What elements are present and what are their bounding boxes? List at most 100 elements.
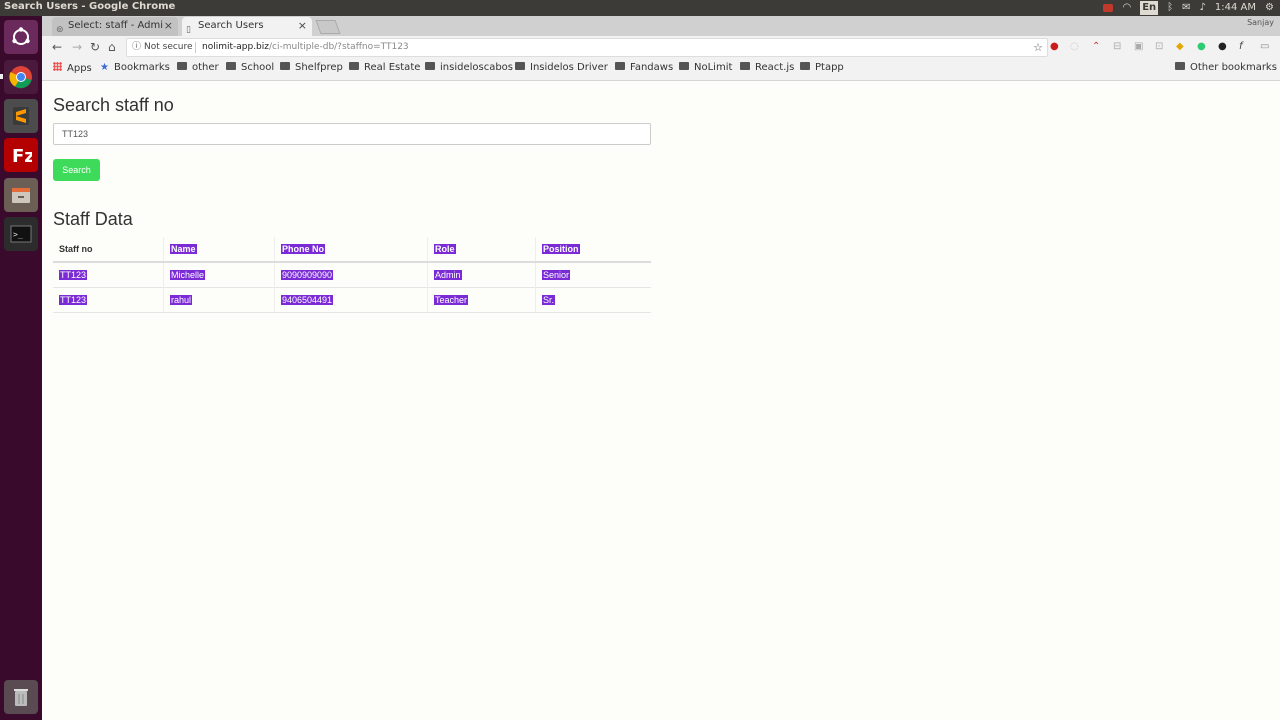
bookmark-nolimit[interactable]: NoLimit [679,62,732,73]
staff-data-heading: Staff Data [53,209,133,229]
cell-text: 9090909090 [281,270,334,280]
bookmark-shelfprep[interactable]: Shelfprep [280,62,343,73]
staff-table: Staff no Name Phone No Role Position TT1… [53,237,651,313]
cell-text: Michelle [170,270,206,280]
table-row: TT123 Michelle 9090909090 Admin Senior [53,261,651,288]
security-label[interactable]: Not secure [144,39,193,56]
bookmark-reactjs[interactable]: React.js [740,62,794,73]
extension-icon[interactable]: f [1239,40,1243,54]
trash-icon[interactable] [4,680,38,714]
svg-text:Fz: Fz [12,146,32,166]
header-label: Role [434,244,456,254]
screen-record-icon[interactable] [1103,4,1114,12]
bookmark-label: Shelfprep [295,62,343,73]
cell-text: Teacher [434,295,469,305]
ubuntu-dash-icon[interactable] [4,20,38,54]
mail-icon[interactable]: ✉ [1182,1,1190,15]
folder-icon [177,62,187,70]
bookmark-other[interactable]: other [177,62,219,73]
search-button[interactable]: Search [53,159,100,181]
terminal-icon[interactable]: >_ [4,217,38,251]
url-host: nolimit-app.biz [202,42,269,52]
forward-arrow-icon[interactable]: → [72,39,82,55]
extension-icon[interactable]: ◌ [1070,40,1079,54]
wifi-icon[interactable]: ◠ [1122,1,1131,15]
window-title: Search Users - Google Chrome [4,1,176,12]
cell-name: Michelle [163,261,275,288]
star-icon: ★ [100,62,109,73]
unity-launcher: Fz >_ [0,16,43,720]
extension-icon[interactable]: ⊟ [1113,40,1121,54]
folder-icon [226,62,236,70]
bluetooth-icon[interactable]: ᛒ [1167,1,1173,15]
other-bookmarks[interactable]: Other bookmarks [1175,62,1277,73]
cell-name: rahul [163,287,275,313]
new-tab-button[interactable] [315,20,341,34]
url-text[interactable]: nolimit-app.biz/ci-multiple-db/?staffno=… [202,39,409,56]
bookmark-insidelos-driver[interactable]: Insidelos Driver [515,62,608,73]
bookmark-star-icon[interactable]: ☆ [1033,39,1043,56]
table-header-row: Staff no Name Phone No Role Position [53,237,651,263]
extension-icon[interactable]: ⌃ [1092,40,1100,54]
extension-icon[interactable]: ▣ [1134,40,1143,54]
home-icon[interactable]: ⌂ [108,39,116,55]
volume-icon[interactable]: ♪ [1200,1,1206,15]
column-header-name: Name [163,237,275,263]
bookmark-bookmarks[interactable]: ★ Bookmarks [100,62,170,73]
header-label: Name [170,244,197,254]
bookmark-label: other [192,62,219,73]
folder-icon [425,62,435,70]
cast-icon[interactable]: ▭ [1260,40,1269,54]
bookmark-real-estate[interactable]: Real Estate [349,62,420,73]
extension-icon[interactable]: ◆ [1176,40,1184,54]
profile-name[interactable]: Sanjay [1247,18,1274,27]
bookmark-label: Real Estate [364,62,421,73]
bookmark-apps[interactable]: Apps [53,62,92,74]
table-row: TT123 rahul 9406504491 Teacher Sr. [53,287,651,313]
bookmark-insideloscabos[interactable]: insideloscabos [425,62,513,73]
cell-phone: 9406504491 [274,287,428,313]
settings-gear-icon[interactable]: ⚙ [1265,1,1274,15]
column-header-phone: Phone No [274,237,428,263]
keyboard-layout-indicator[interactable]: En [1140,1,1159,15]
back-arrow-icon[interactable]: ← [52,39,62,55]
sublime-text-icon[interactable] [4,99,38,133]
folder-icon [740,62,750,70]
extension-icon[interactable]: ⊡ [1155,40,1163,54]
tab-select-staff[interactable]: ⊚ Select: staff - Admi × [52,17,178,36]
extension-icon[interactable]: ● [1218,40,1227,54]
clock[interactable]: 1:44 AM [1215,1,1256,15]
extension-icon[interactable]: ● [1197,40,1206,54]
system-top-panel: Search Users - Google Chrome ◠ En ᛒ ✉ ♪ … [0,0,1280,16]
bookmark-label: Ptapp [815,62,844,73]
info-icon[interactable]: ⓘ [132,39,141,56]
staff-no-input[interactable] [53,123,651,145]
reload-icon[interactable]: ↻ [90,39,100,55]
column-header-staff-no: Staff no [53,237,164,263]
cell-staff-no: TT123 [53,287,164,313]
tab-search-users[interactable]: ▯ Search Users × [182,17,312,36]
folder-icon [349,62,359,70]
opera-extension-icon[interactable]: ● [1050,40,1059,54]
cell-text: Admin [434,270,462,280]
bookmark-school[interactable]: School [226,62,274,73]
bookmarks-bar: Apps ★ Bookmarks other School Shelfprep R… [42,58,1280,81]
close-tab-icon[interactable]: × [164,17,173,35]
page-icon: ▯ [186,25,191,35]
files-icon[interactable] [4,178,38,212]
header-label: Phone No [281,244,325,254]
folder-icon [280,62,290,70]
close-tab-icon[interactable]: × [298,17,307,35]
apps-grid-icon [53,62,62,71]
cell-position: Sr. [535,287,651,313]
bookmark-fandaws[interactable]: Fandaws [615,62,673,73]
bookmark-ptapp[interactable]: Ptapp [800,62,844,73]
filezilla-icon[interactable]: Fz [4,138,38,172]
browser-toolbar: ← → ↻ ⌂ ⓘ Not secure nolimit-app.biz/ci-… [42,36,1280,58]
chrome-icon[interactable] [4,60,38,94]
tab-favicon-icon: ⊚ [56,25,64,35]
folder-icon [679,62,689,70]
cell-staff-no: TT123 [53,261,164,288]
address-bar[interactable]: ⓘ Not secure nolimit-app.biz/ci-multiple… [126,38,1048,57]
bookmark-label: Other bookmarks [1190,62,1277,73]
